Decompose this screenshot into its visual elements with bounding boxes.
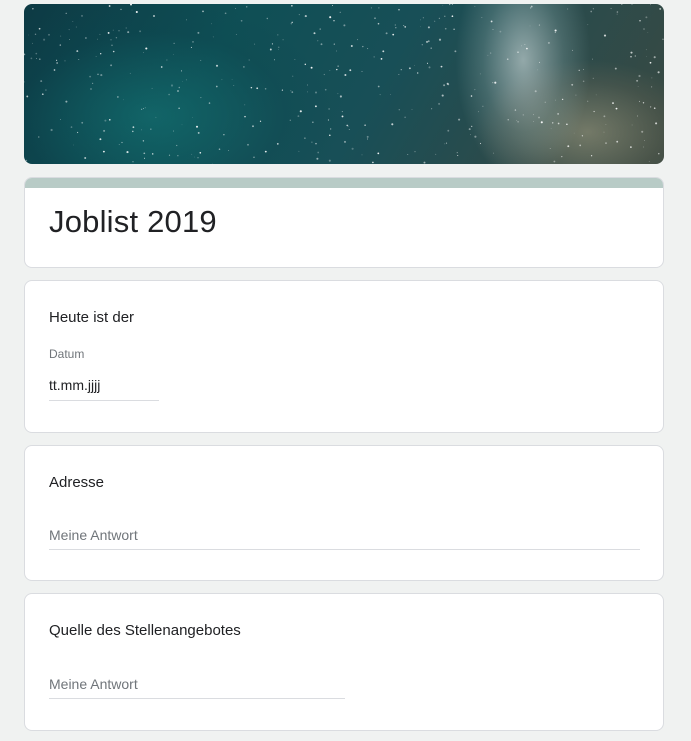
question-card-source: Quelle des Stellenangebotes Meine Antwor…	[24, 593, 664, 731]
question-title: Adresse	[49, 474, 105, 491]
address-input-underline	[49, 549, 640, 550]
header-banner-image	[24, 4, 664, 164]
question-card-address: Adresse Meine Antwort	[24, 445, 664, 581]
question-card-date: Heute ist der Datum tt.mm.jjjj	[24, 280, 664, 433]
date-input-underline	[49, 400, 159, 401]
date-input[interactable]: tt.mm.jjjj	[49, 377, 100, 393]
starfield-decoration	[24, 4, 664, 164]
source-input-underline	[49, 698, 345, 699]
form-page: Joblist 2019 Heute ist der Datum tt.mm.j…	[0, 0, 691, 741]
form-title: Joblist 2019	[49, 204, 217, 239]
date-sublabel: Datum	[49, 347, 85, 361]
address-answer-input[interactable]: Meine Antwort	[49, 527, 138, 543]
question-title: Heute ist der	[49, 309, 135, 326]
form-title-card: Joblist 2019	[24, 177, 664, 268]
title-accent-bar	[25, 178, 663, 188]
source-answer-input[interactable]: Meine Antwort	[49, 676, 138, 692]
question-title: Quelle des Stellenangebotes	[49, 622, 241, 639]
